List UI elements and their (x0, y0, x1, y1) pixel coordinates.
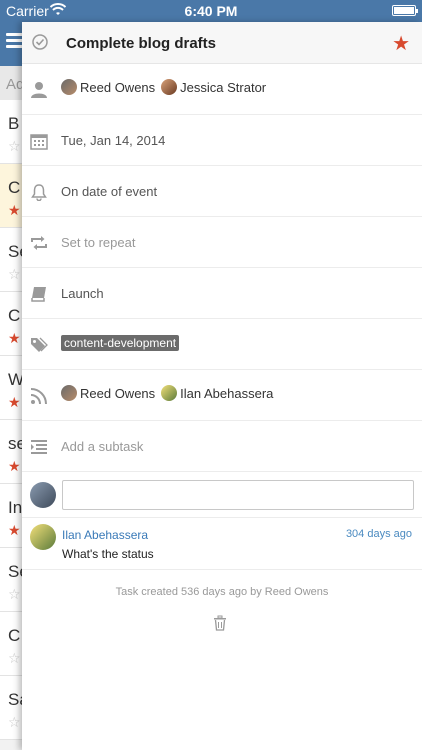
task-detail-panel: Complete blog drafts ★ Reed Owens Jessic… (22, 22, 422, 750)
task-header: Complete blog drafts ★ (22, 22, 422, 64)
reminder-text: On date of event (61, 184, 158, 199)
comment-time: 304 days ago (345, 528, 412, 540)
bell-icon (31, 184, 47, 201)
tags-row[interactable]: content-development (22, 319, 422, 370)
due-date-row[interactable]: Tue, Jan 14, 2014 (22, 115, 422, 166)
list-item-title: In (8, 498, 23, 517)
star-icon[interactable]: ★ (8, 458, 21, 475)
repeat-row[interactable]: Set to repeat (22, 217, 422, 268)
avatar (30, 524, 56, 550)
list-item-title: C (8, 626, 21, 645)
comment-author[interactable]: Ilan Abehassera (62, 528, 148, 542)
trash-icon[interactable] (213, 615, 227, 631)
follower-name: Ilan Abehassera (180, 385, 274, 401)
star-icon[interactable]: ★ (392, 31, 410, 56)
star-icon[interactable]: ★ (8, 330, 21, 347)
list-item-title: B (8, 114, 20, 133)
status-bar: Carrier 6:40 PM (0, 0, 422, 22)
star-icon[interactable]: ★ (8, 202, 21, 219)
assignees-row[interactable]: Reed Owens Jessica Strator (22, 64, 422, 115)
avatar (161, 385, 178, 401)
star-icon[interactable]: ☆ (8, 266, 21, 283)
star-icon[interactable]: ☆ (8, 138, 21, 155)
battery-icon (392, 5, 418, 16)
assignee-name: Jessica Strator (180, 79, 267, 95)
star-icon[interactable]: ★ (8, 394, 21, 411)
comment-body: What's the status (62, 547, 154, 561)
tags-icon (31, 337, 48, 352)
comment-input[interactable] (62, 480, 414, 510)
tag-chip[interactable]: content-development (61, 335, 180, 351)
repeat-text: Set to repeat (61, 235, 136, 250)
avatar (61, 79, 77, 95)
clock: 6:40 PM (184, 3, 238, 19)
due-date: Tue, Jan 14, 2014 (61, 133, 166, 148)
assignee-name: Reed Owens (80, 79, 156, 95)
repeat-icon (31, 236, 47, 250)
follower-name: Reed Owens (80, 385, 156, 401)
subtask-icon (31, 440, 47, 454)
star-icon[interactable]: ★ (8, 522, 21, 539)
followers-row[interactable]: Reed Owens Ilan Abehassera (22, 370, 422, 421)
subtask-row[interactable]: Add a subtask (22, 421, 422, 472)
reminder-row[interactable]: On date of event (22, 166, 422, 217)
created-info: Task created 536 days ago by Reed Owens (115, 586, 329, 598)
avatar (161, 79, 178, 95)
person-icon (31, 82, 47, 98)
list-item-title: C (8, 306, 21, 325)
list-row[interactable]: Launch (22, 268, 422, 319)
task-title[interactable]: Complete blog drafts (66, 35, 216, 52)
avatar (61, 385, 77, 401)
book-icon (31, 287, 46, 302)
list-item-title: C (8, 178, 21, 197)
list-name: Launch (61, 286, 104, 301)
complete-checkbox-icon[interactable] (32, 34, 48, 50)
comment-composer (22, 472, 422, 518)
calendar-icon (30, 134, 48, 150)
star-icon[interactable]: ☆ (8, 586, 21, 603)
star-icon[interactable]: ☆ (8, 714, 21, 731)
rss-icon (30, 388, 47, 405)
avatar (30, 482, 56, 508)
add-subtask[interactable]: Add a subtask (61, 439, 143, 454)
comment-item: Ilan Abehassera 304 days ago What's the … (22, 518, 422, 570)
star-icon[interactable]: ☆ (8, 650, 21, 667)
